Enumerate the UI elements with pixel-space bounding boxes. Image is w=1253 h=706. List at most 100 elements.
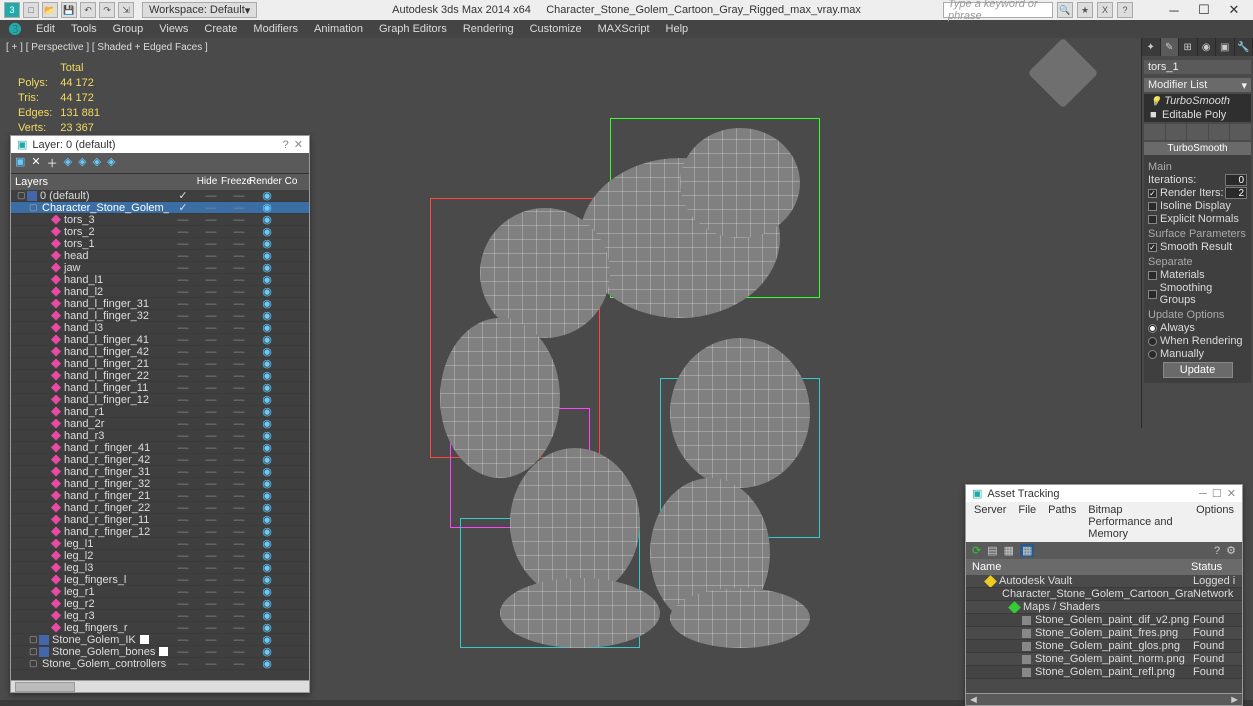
- search-icon[interactable]: 🔍: [1057, 2, 1073, 18]
- menu-customize[interactable]: Customize: [522, 20, 590, 38]
- render-iters-check[interactable]: ✓Render Iters:: [1148, 187, 1224, 199]
- asset-menu-server[interactable]: Server: [974, 504, 1006, 540]
- asset-row[interactable]: Stone_Golem_paint_dif_v2.pngFound: [966, 614, 1242, 627]
- pin-stack-icon[interactable]: [1144, 124, 1165, 140]
- update-render-radio[interactable]: When Rendering: [1148, 335, 1243, 347]
- maximize-button[interactable]: ☐: [1191, 2, 1217, 18]
- sgroups-check[interactable]: Smoothing Groups: [1148, 282, 1247, 306]
- asset-menu-options[interactable]: Options: [1196, 504, 1234, 540]
- tab-motion-icon[interactable]: ◉: [1198, 38, 1217, 56]
- maximize-icon[interactable]: ☐: [1212, 487, 1222, 500]
- new-icon[interactable]: □: [23, 2, 39, 18]
- table-view-icon[interactable]: ▦: [1020, 544, 1034, 557]
- smooth-result-check[interactable]: ✓Smooth Result: [1148, 241, 1232, 253]
- save-icon[interactable]: 💾: [61, 2, 77, 18]
- exchange-icon[interactable]: X: [1097, 2, 1113, 18]
- minimize-icon[interactable]: ─: [1199, 488, 1207, 500]
- asset-row[interactable]: Stone_Golem_paint_norm.pngFound: [966, 653, 1242, 666]
- viewcube-icon[interactable]: [1028, 38, 1099, 109]
- highlight-select-icon[interactable]: ◈: [78, 155, 86, 171]
- layers-hscroll[interactable]: [11, 680, 309, 692]
- layers-dialog: ▣ Layer: 0 (default) ? ✕ ▣ ✕ ＋ ◈ ◈ ◈ ◈ L…: [10, 135, 310, 693]
- viewport-label[interactable]: [ + ] [ Perspective ] [ Shaded + Edged F…: [6, 42, 208, 53]
- isoline-check[interactable]: Isoline Display: [1148, 200, 1231, 212]
- update-button[interactable]: Update: [1163, 362, 1233, 378]
- minimize-button[interactable]: ─: [1161, 2, 1187, 18]
- app-menu-icon[interactable]: 3: [4, 2, 20, 18]
- tab-modify-icon[interactable]: ✎: [1161, 38, 1180, 56]
- asset-row[interactable]: Maps / Shaders: [966, 601, 1242, 614]
- asset-row[interactable]: Stone_Golem_paint_refl.pngFound: [966, 666, 1242, 679]
- tab-hierarchy-icon[interactable]: ⊞: [1179, 38, 1198, 56]
- refresh-icon[interactable]: ⟳: [972, 544, 981, 557]
- update-always-radio[interactable]: Always: [1148, 322, 1195, 334]
- title-bar: 3 □ 📂 💾 ↶ ↷ ⇲ Workspace: Default ▾ Autod…: [0, 0, 1253, 20]
- menu-group[interactable]: Group: [105, 20, 152, 38]
- asset-row[interactable]: Stone_Golem_paint_fres.pngFound: [966, 627, 1242, 640]
- menu-modifiers[interactable]: Modifiers: [245, 20, 306, 38]
- golem-mesh[interactable]: [440, 118, 860, 678]
- menu-graph-editors[interactable]: Graph Editors: [371, 20, 455, 38]
- render-iters-input[interactable]: [1225, 187, 1247, 199]
- help-icon[interactable]: ?: [283, 139, 289, 151]
- link-icon[interactable]: ⇲: [118, 2, 134, 18]
- menu-create[interactable]: Create: [196, 20, 245, 38]
- selection-name-input[interactable]: tors_1: [1144, 60, 1251, 74]
- hide-unhide-icon[interactable]: ◈: [93, 155, 101, 171]
- asset-hscroll[interactable]: ◄►: [966, 693, 1242, 705]
- close-button[interactable]: ✕: [1221, 2, 1247, 18]
- tab-display-icon[interactable]: ▣: [1216, 38, 1235, 56]
- iterations-input[interactable]: [1225, 174, 1247, 186]
- asset-row[interactable]: Stone_Golem_paint_glos.pngFound: [966, 640, 1242, 653]
- menu-maxscript[interactable]: MAXScript: [590, 20, 658, 38]
- menu-help[interactable]: Help: [658, 20, 697, 38]
- asset-menu-file[interactable]: File: [1018, 504, 1036, 540]
- menu-views[interactable]: Views: [151, 20, 196, 38]
- modifier-list-combo[interactable]: Modifier List▾: [1144, 78, 1251, 92]
- search-input[interactable]: Type a keyword or phrase: [943, 2, 1053, 18]
- menu-tools[interactable]: Tools: [63, 20, 105, 38]
- layers-toolbar: ▣ ✕ ＋ ◈ ◈ ◈ ◈: [11, 153, 309, 173]
- layers-title-bar[interactable]: ▣ Layer: 0 (default) ? ✕: [11, 136, 309, 153]
- menu-rendering[interactable]: Rendering: [455, 20, 522, 38]
- layers-tree[interactable]: ▢0 (default)✓——◉▢Character_Stone_Golem_C…: [11, 190, 309, 680]
- help-icon[interactable]: ?: [1117, 2, 1133, 18]
- delete-layer-icon[interactable]: ✕: [31, 155, 40, 171]
- title-right: Type a keyword or phrase 🔍 ★ X ? ─ ☐ ✕: [943, 2, 1247, 18]
- workspace-selector[interactable]: Workspace: Default ▾: [142, 2, 257, 18]
- help-icon[interactable]: ?: [1214, 545, 1220, 557]
- brand-icon[interactable]: ➌: [4, 20, 26, 38]
- undo-icon[interactable]: ↶: [80, 2, 96, 18]
- asset-row[interactable]: Character_Stone_Golem_Cartoon_Gray_Rigge…: [966, 588, 1242, 601]
- add-selection-icon[interactable]: ＋: [47, 155, 58, 171]
- workspace-label: Workspace: Default: [149, 4, 245, 16]
- asset-toolbar: ⟳ ▤ ▦ ▦ ? ⚙: [966, 542, 1242, 559]
- layer-row[interactable]: ▢Stone_Golem_controllers———◉: [11, 658, 309, 670]
- menu-animation[interactable]: Animation: [306, 20, 371, 38]
- asset-menu-paths[interactable]: Paths: [1048, 504, 1076, 540]
- new-layer-icon[interactable]: ▣: [15, 155, 25, 171]
- tab-create-icon[interactable]: ✦: [1142, 38, 1161, 56]
- tree-view-icon[interactable]: ▤: [987, 544, 997, 557]
- freeze-unfreeze-icon[interactable]: ◈: [107, 155, 115, 171]
- modifier-stack[interactable]: TurboSmooth ■Editable Poly: [1144, 94, 1251, 122]
- asset-title-bar[interactable]: ▣ Asset Tracking ─ ☐ ✕: [966, 485, 1242, 502]
- close-icon[interactable]: ✕: [294, 138, 303, 151]
- tab-utilities-icon[interactable]: 🔧: [1235, 38, 1253, 56]
- options-icon[interactable]: ⚙: [1226, 544, 1236, 557]
- update-manual-radio[interactable]: Manually: [1148, 348, 1204, 360]
- explicit-check[interactable]: Explicit Normals: [1148, 213, 1239, 225]
- asset-menu-bitmap-performance-and-memory[interactable]: Bitmap Performance and Memory: [1088, 504, 1184, 540]
- subscription-icon[interactable]: ★: [1077, 2, 1093, 18]
- menu-edit[interactable]: Edit: [28, 20, 63, 38]
- redo-icon[interactable]: ↷: [99, 2, 115, 18]
- quick-access-toolbar: 3 □ 📂 💾 ↶ ↷ ⇲: [0, 2, 138, 18]
- select-highlight-icon[interactable]: ◈: [64, 155, 72, 171]
- asset-row[interactable]: Autodesk VaultLogged i: [966, 575, 1242, 588]
- list-view-icon[interactable]: ▦: [1004, 544, 1014, 557]
- materials-check[interactable]: Materials: [1148, 269, 1205, 281]
- open-icon[interactable]: 📂: [42, 2, 58, 18]
- rollup-title[interactable]: TurboSmooth: [1144, 142, 1251, 155]
- close-icon[interactable]: ✕: [1227, 487, 1236, 500]
- asset-menu-bar: Server File Paths Bitmap Performance and Me…: [966, 502, 1242, 542]
